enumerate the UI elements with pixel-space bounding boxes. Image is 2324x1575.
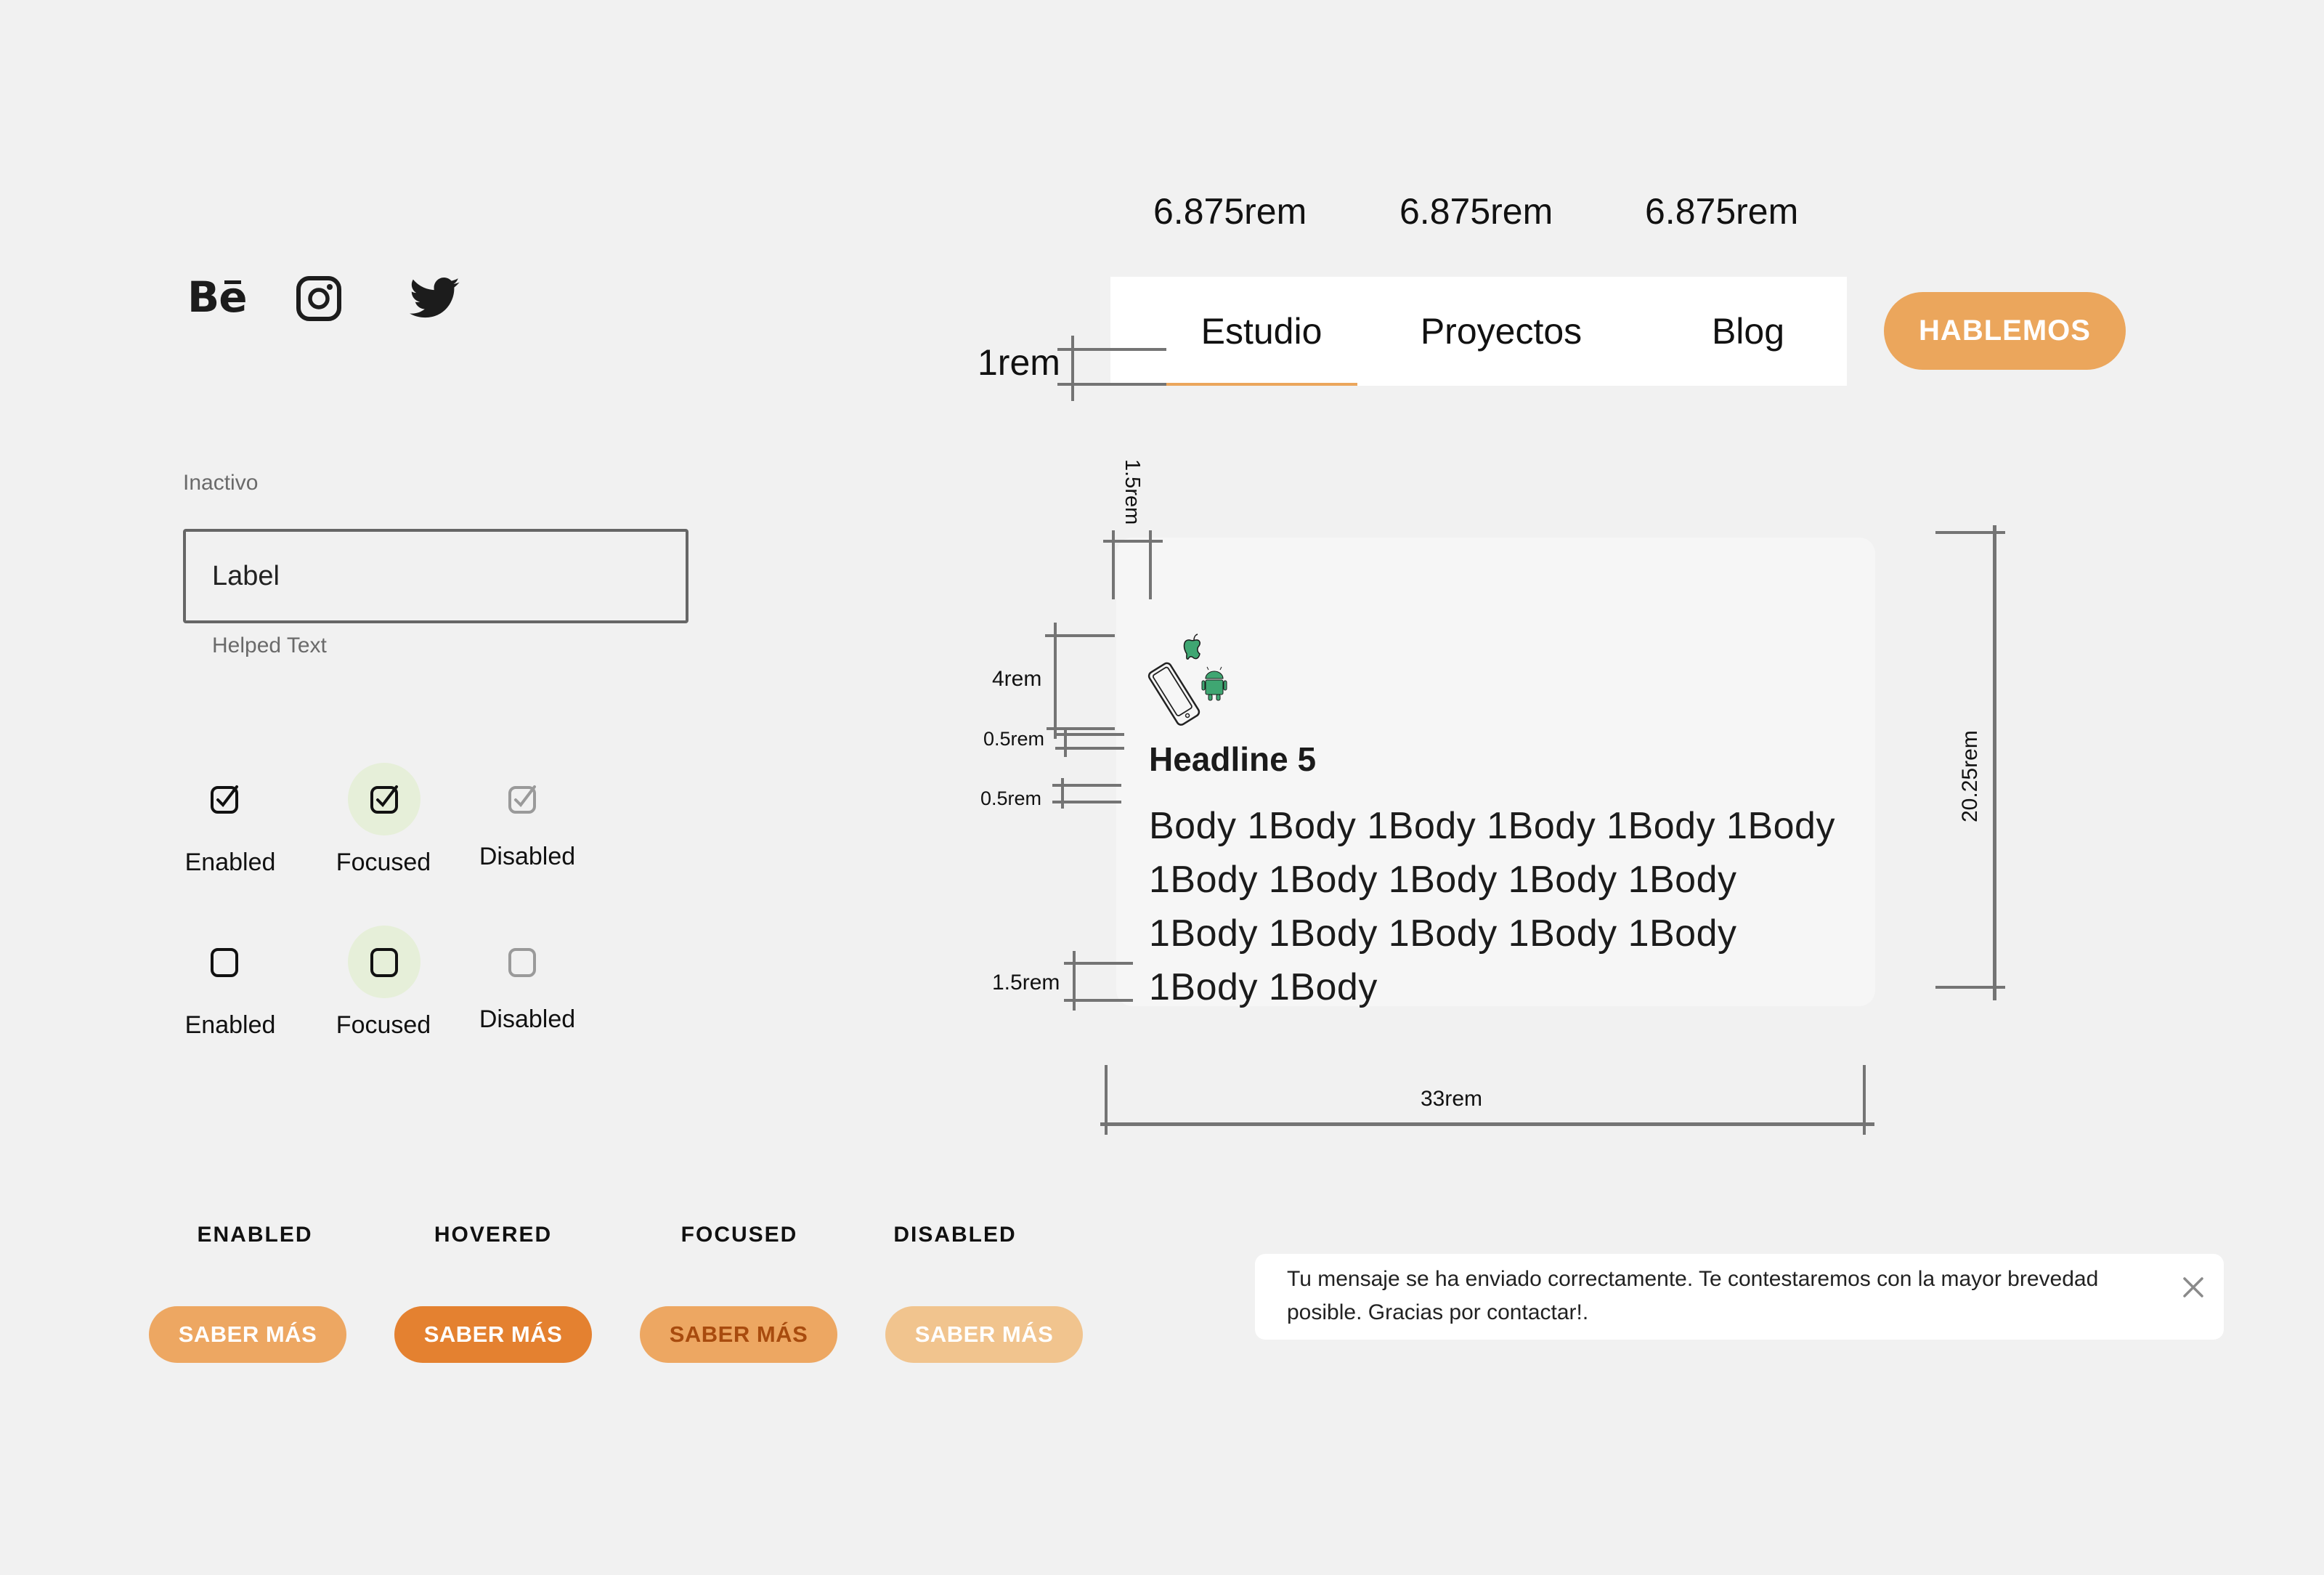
measure-line (1045, 634, 1115, 637)
nav-item-estudio[interactable]: Estudio (1166, 277, 1357, 386)
card-headline: Headline 5 (1149, 740, 1317, 778)
apple-icon (1183, 633, 1200, 660)
measure-line (1863, 1065, 1866, 1135)
checkbox-unchecked-disabled (486, 926, 558, 998)
navigation-bar: Estudio Proyectos Blog (1110, 277, 1847, 386)
measure-line (1064, 728, 1067, 757)
checkbox-checked-icon (508, 785, 536, 814)
hablemos-button[interactable]: HABLEMOS (1884, 292, 2126, 370)
dimension-label: 1.5rem (1121, 459, 1144, 525)
android-icon (1201, 666, 1227, 701)
measure-line (1105, 1065, 1108, 1135)
measure-line (1071, 336, 1074, 401)
nav-item-blog[interactable]: Blog (1648, 277, 1848, 386)
text-input[interactable]: Label (183, 529, 688, 623)
checkbox-label: Enabled (184, 1011, 276, 1039)
dimension-label: 0.5rem (980, 788, 1042, 809)
dimension-label: 4rem (992, 667, 1042, 691)
checkbox-label: Focused (336, 849, 431, 876)
dimension-label: 20.25rem (1958, 730, 1982, 822)
measure-line (1061, 778, 1064, 809)
checkbox-checked-disabled (486, 763, 558, 835)
button-state-label: FOCUSED (680, 1223, 798, 1247)
checkbox-unchecked-icon (508, 948, 536, 977)
saber-mas-button-focused[interactable]: SABER MÁS (640, 1306, 837, 1363)
saber-mas-button-enabled[interactable]: SABER MÁS (149, 1306, 346, 1363)
checkbox-unchecked-enabled[interactable] (188, 926, 261, 998)
checkbox-checked-icon (370, 785, 398, 814)
checkbox-label: Focused (336, 1011, 431, 1039)
success-toast: Tu mensaje se ha enviado correctamente. … (1255, 1254, 2224, 1340)
saber-mas-button-hovered[interactable]: SABER MÁS (394, 1306, 592, 1363)
behance-icon[interactable]: Be (187, 276, 248, 318)
measure-line (1993, 525, 1996, 1000)
measure-line (1052, 784, 1121, 787)
checkbox-label: Enabled (184, 849, 276, 876)
measure-line (1100, 1122, 1874, 1126)
measure-line (1047, 727, 1115, 730)
toast-message: Tu mensaje se ha enviado correctamente. … (1287, 1267, 2099, 1324)
nav-item-label: Estudio (1200, 311, 1323, 352)
nav-item-label: Proyectos (1420, 311, 1582, 352)
nav-item-proyectos[interactable]: Proyectos (1401, 277, 1601, 386)
nav-item-width-label: 6.875rem (1153, 191, 1307, 232)
mobile-platforms-illustration (1146, 633, 1233, 728)
checkbox-label: Disabled (479, 843, 576, 870)
measure-line (1064, 962, 1133, 965)
checkbox-unchecked-icon (211, 948, 238, 977)
measure-line (1935, 986, 2005, 989)
card-body: Body 1Body 1Body 1Body 1Body 1Body 1Body… (1149, 805, 1835, 1008)
measure-line (1052, 801, 1121, 803)
nav-item-width-label: 6.875rem (1645, 191, 1799, 232)
dimension-label: 33rem (1421, 1087, 1483, 1111)
measure-line (1054, 623, 1057, 739)
measure-line (1055, 747, 1124, 750)
twitter-icon[interactable] (410, 278, 460, 320)
smartphone-icon (1147, 662, 1200, 726)
dimension-label: 0.5rem (983, 728, 1045, 750)
measure-line (1057, 348, 1166, 351)
measure-line (1057, 383, 1166, 386)
checkbox-unchecked-focused[interactable] (348, 926, 420, 998)
checkbox-unchecked-icon (370, 948, 398, 977)
button-state-label: ENABLED (197, 1223, 313, 1247)
dimension-label: 1.5rem (992, 971, 1060, 995)
measure-line (1055, 733, 1124, 736)
input-value: Label (212, 560, 280, 591)
checkbox-checked-icon (211, 785, 238, 814)
instagram-icon[interactable] (296, 276, 341, 321)
close-icon[interactable] (2179, 1273, 2208, 1302)
nav-item-width-label: 6.875rem (1399, 191, 1553, 232)
input-state-label: Inactivo (183, 471, 259, 495)
checkbox-checked-focused[interactable] (348, 763, 420, 835)
dimension-label: 1rem (978, 342, 1060, 383)
measure-line (1064, 999, 1133, 1002)
saber-mas-button-disabled: SABER MÁS (885, 1306, 1083, 1363)
measure-line (1935, 531, 2005, 534)
checkbox-checked-enabled[interactable] (188, 763, 261, 835)
button-state-label: HOVERED (434, 1223, 553, 1247)
nav-item-label: Blog (1711, 311, 1785, 352)
checkbox-label: Disabled (479, 1005, 576, 1033)
measure-line (1112, 530, 1115, 599)
button-state-label: DISABLED (893, 1223, 1017, 1247)
measure-line (1149, 530, 1152, 599)
helper-text: Helped Text (212, 633, 327, 657)
